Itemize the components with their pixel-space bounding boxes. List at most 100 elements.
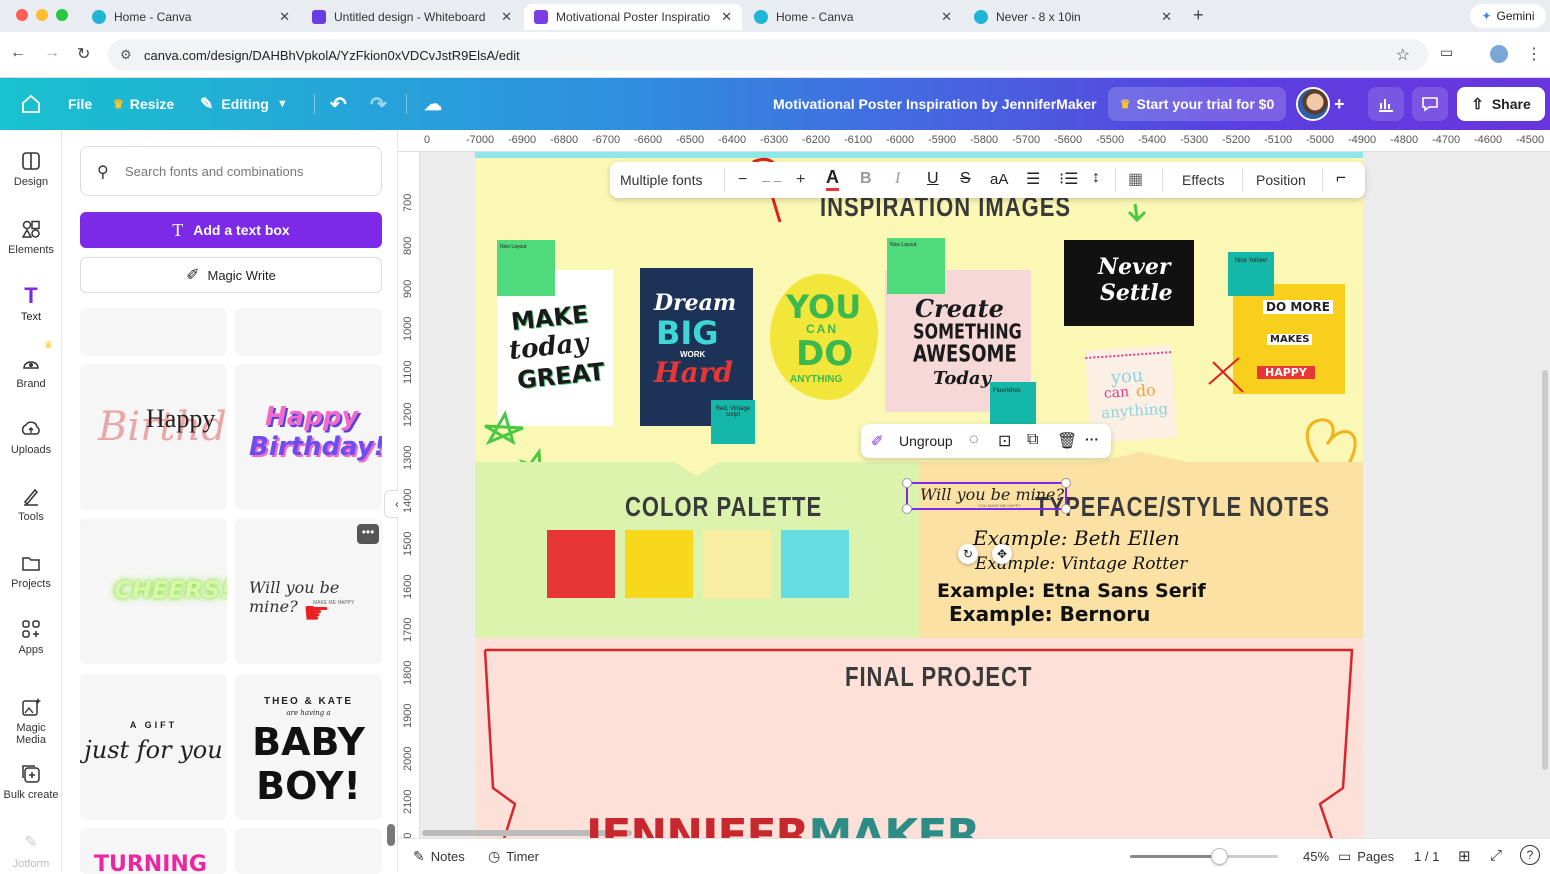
rail-item-jotform[interactable]: ✎ Jotform: [0, 832, 62, 870]
more-options-icon[interactable]: ···: [1085, 431, 1099, 447]
font-size-decrease-button[interactable]: −: [738, 171, 747, 189]
color-swatch[interactable]: [781, 530, 849, 598]
color-swatch[interactable]: [625, 530, 693, 598]
site-settings-icon[interactable]: ⚙: [120, 47, 132, 63]
font-combo-card[interactable]: [235, 828, 382, 874]
cast-icon[interactable]: ▭: [1440, 44, 1453, 61]
grid-view-icon[interactable]: ⊞: [1458, 847, 1471, 865]
color-swatch[interactable]: [547, 530, 615, 598]
rail-item-magic-media[interactable]: Magic Media: [0, 696, 62, 746]
more-options-icon[interactable]: •••: [357, 524, 379, 544]
resize-button[interactable]: ♛ Resize: [113, 78, 174, 130]
gemini-button[interactable]: ✦ Gemini: [1470, 4, 1546, 28]
font-size-increase-button[interactable]: +: [796, 171, 805, 189]
browser-tab[interactable]: Home - Canva ✕: [82, 4, 300, 30]
design-title[interactable]: Motivational Poster Inspiration by Jenni…: [773, 78, 1097, 130]
rail-item-bulk-create[interactable]: Bulk create: [0, 763, 62, 801]
effects-button[interactable]: Effects: [1182, 172, 1225, 188]
browser-tab[interactable]: Never - 8 x 10in ✕: [964, 4, 1182, 30]
rail-item-elements[interactable]: Elements: [0, 218, 62, 256]
font-combo-card-happy-birthday-bold[interactable]: Happy Birthday!: [235, 364, 382, 510]
move-handle-icon[interactable]: ✥: [992, 544, 1012, 564]
rail-item-apps[interactable]: Apps: [0, 618, 62, 656]
start-trial-button[interactable]: ♛ Start your trial for $0: [1108, 87, 1286, 121]
font-combo-card[interactable]: [235, 308, 382, 356]
home-icon[interactable]: [20, 78, 42, 130]
rail-item-text[interactable]: T Text: [0, 285, 62, 324]
trash-icon[interactable]: 🗑: [1057, 431, 1077, 451]
close-tab-icon[interactable]: ✕: [279, 9, 290, 25]
zoom-slider[interactable]: [1130, 848, 1278, 865]
strikethrough-icon[interactable]: S: [960, 170, 971, 188]
magic-write-button[interactable]: ✐ Magic Write: [80, 257, 382, 293]
forward-arrow-icon[interactable]: →: [44, 44, 60, 62]
url-field[interactable]: ⚙ canva.com/design/DAHBhVpkolA/YzFkion0x…: [108, 39, 1428, 71]
minimize-window-icon[interactable]: [36, 9, 48, 21]
close-window-icon[interactable]: [16, 9, 28, 21]
example-etna-sans-serif[interactable]: Example: Etna Sans Serif: [937, 580, 1206, 602]
insights-icon[interactable]: [1368, 87, 1404, 121]
cloud-saved-icon[interactable]: ☁: [424, 78, 442, 130]
maximize-window-icon[interactable]: [56, 9, 68, 21]
user-avatar[interactable]: [1296, 87, 1330, 121]
magic-wand-icon[interactable]: ✐: [871, 432, 884, 450]
font-search-input[interactable]: ⚲ Search fonts and combinations: [80, 146, 382, 196]
italic-icon[interactable]: I: [895, 170, 900, 188]
redo-icon[interactable]: ↷: [370, 78, 387, 130]
bold-icon[interactable]: B: [860, 170, 872, 188]
selected-text-box[interactable]: Will you be mine? YOU MAKE ME HAPPY: [902, 478, 1071, 514]
resize-handle[interactable]: [1061, 504, 1071, 514]
rail-item-uploads[interactable]: Uploads: [0, 418, 62, 456]
text-color-icon[interactable]: A: [826, 166, 839, 191]
browser-tab[interactable]: Home - Canva ✕: [744, 4, 962, 30]
back-arrow-icon[interactable]: ←: [10, 44, 26, 62]
share-button[interactable]: ⇧ Share: [1457, 87, 1545, 121]
lock-icon[interactable]: ⊡: [998, 431, 1011, 451]
file-menu[interactable]: File: [68, 78, 92, 130]
reload-icon[interactable]: ↻: [77, 44, 90, 64]
notes-button[interactable]: ✎ Notes: [413, 848, 465, 865]
letter-case-icon[interactable]: aA: [990, 171, 1008, 188]
font-combo-card[interactable]: [80, 308, 227, 356]
rotate-handle-icon[interactable]: ↻: [958, 544, 978, 564]
rail-item-tools[interactable]: Tools: [0, 485, 62, 523]
rail-item-design[interactable]: Design: [0, 150, 62, 188]
list-icon[interactable]: ⁝☰: [1059, 169, 1078, 189]
example-bernoru[interactable]: Example: Bernoru: [949, 602, 1150, 626]
new-tab-button[interactable]: +: [1193, 5, 1204, 26]
align-center-icon[interactable]: ☰: [1026, 169, 1040, 189]
comment-icon[interactable]: [1412, 87, 1448, 121]
bookmark-star-icon[interactable]: ☆: [1396, 45, 1410, 65]
underline-icon[interactable]: U: [927, 170, 939, 188]
add-collaborator-icon[interactable]: +: [1334, 78, 1345, 130]
font-combo-card-turning[interactable]: TURNING: [80, 828, 227, 874]
help-icon[interactable]: ?: [1520, 845, 1540, 865]
vertical-scrollbar[interactable]: [1542, 370, 1548, 770]
position-button[interactable]: Position: [1256, 172, 1306, 188]
close-tab-icon[interactable]: ✕: [941, 9, 952, 25]
ungroup-button[interactable]: Ungroup: [899, 433, 953, 449]
browser-tab-active[interactable]: Motivational Poster Inspiratio ✕: [524, 4, 742, 30]
timer-button[interactable]: ◷ Timer: [488, 848, 539, 865]
rail-item-projects[interactable]: Projects: [0, 552, 62, 590]
font-combo-card-baby-boy[interactable]: THEO & KATE are having a BABY BOY!: [235, 674, 382, 820]
panel-scrollbar[interactable]: [387, 824, 395, 846]
font-combo-card-happy-birthday[interactable]: Birthday Happy: [80, 364, 227, 510]
close-tab-icon[interactable]: ✕: [1161, 9, 1172, 25]
duplicate-icon[interactable]: ⧉: [1027, 431, 1038, 449]
fullscreen-icon[interactable]: ⤢: [1490, 847, 1502, 864]
resize-handle[interactable]: [902, 504, 912, 514]
add-text-box-button[interactable]: T Add a text box: [80, 212, 382, 248]
close-tab-icon[interactable]: ✕: [721, 9, 732, 25]
editing-dropdown[interactable]: ✎ Editing ▼: [200, 78, 288, 130]
font-combo-card-gift[interactable]: A GIFT just for you: [80, 674, 227, 820]
color-swatch[interactable]: [703, 530, 771, 598]
font-size-input[interactable]: – –: [762, 172, 781, 188]
copy-style-paint-roller-icon[interactable]: ⌐: [1336, 168, 1346, 188]
spacing-icon[interactable]: ↕: [1092, 169, 1100, 187]
undo-icon[interactable]: ↶: [330, 78, 347, 130]
poster-page[interactable]: INSPIRATION IMAGES MAKE today GREAT Nice…: [475, 152, 1363, 842]
resize-handle[interactable]: [902, 478, 912, 488]
font-combo-card-cheers[interactable]: CHEERS!: [80, 518, 227, 664]
transparency-icon[interactable]: ▦: [1128, 169, 1143, 189]
